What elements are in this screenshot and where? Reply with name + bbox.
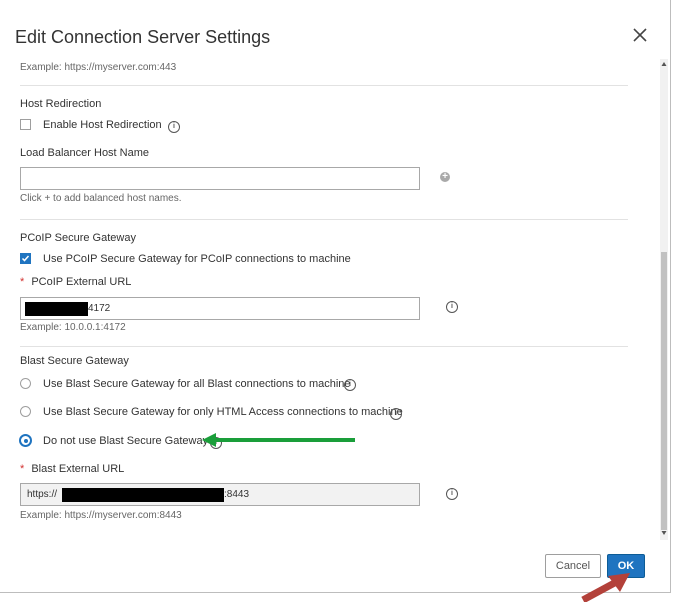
top-url-example: Example: https://myserver.com:443 bbox=[20, 62, 177, 73]
checkmark-icon bbox=[21, 255, 30, 262]
use-pcoip-gateway-label: Use PCoIP Secure Gateway for PCoIP conne… bbox=[43, 253, 351, 265]
scrollbar-thumb[interactable] bbox=[661, 252, 667, 530]
blast-url-suffix: :8443 bbox=[224, 489, 250, 500]
pcoip-heading: PCoIP Secure Gateway bbox=[20, 232, 136, 244]
info-icon[interactable]: i bbox=[446, 488, 458, 500]
info-icon[interactable]: i bbox=[168, 121, 180, 133]
blast-option-none-label: Do not use Blast Secure Gateway bbox=[43, 435, 209, 447]
scroll-up-icon[interactable] bbox=[661, 61, 667, 67]
blast-url-label-text: Blast External URL bbox=[31, 463, 125, 475]
pcoip-url-suffix: 4172 bbox=[88, 303, 111, 314]
edit-connection-server-dialog: Edit Connection Server Settings Example:… bbox=[0, 0, 671, 593]
blast-url-example: Example: https://myserver.com:8443 bbox=[20, 510, 182, 521]
pcoip-url-label-text: PCoIP External URL bbox=[31, 276, 132, 288]
blast-url-input[interactable]: https:// :8443 bbox=[20, 483, 420, 506]
blast-url-prefix: https:// bbox=[27, 489, 58, 500]
add-host-icon[interactable]: + bbox=[440, 172, 450, 182]
blast-option-html-label: Use Blast Secure Gateway for only HTML A… bbox=[43, 406, 403, 418]
scroll-down-icon[interactable] bbox=[661, 530, 667, 536]
dialog-title: Edit Connection Server Settings bbox=[15, 27, 271, 47]
host-redirection-heading: Host Redirection bbox=[20, 98, 102, 110]
required-marker: * bbox=[20, 276, 25, 288]
divider bbox=[20, 85, 628, 86]
divider bbox=[20, 219, 628, 220]
redacted-block bbox=[25, 302, 88, 316]
use-pcoip-gateway-checkbox[interactable] bbox=[20, 253, 31, 264]
close-icon[interactable] bbox=[631, 26, 649, 44]
pcoip-url-example: Example: 10.0.0.1:4172 bbox=[20, 322, 126, 333]
required-marker: * bbox=[20, 463, 25, 475]
enable-host-redirection-checkbox[interactable] bbox=[20, 119, 31, 130]
enable-host-redirection-label: Enable Host Redirection bbox=[43, 119, 162, 131]
blast-option-html-radio[interactable] bbox=[20, 406, 31, 417]
green-arrow-icon bbox=[202, 433, 355, 447]
info-icon[interactable]: i bbox=[344, 379, 356, 391]
load-balancer-input[interactable] bbox=[20, 167, 420, 190]
blast-heading: Blast Secure Gateway bbox=[20, 355, 129, 367]
blast-option-none-radio[interactable] bbox=[19, 434, 32, 447]
redacted-block bbox=[62, 488, 224, 502]
info-icon[interactable]: i bbox=[390, 408, 402, 420]
red-arrow-icon bbox=[581, 573, 630, 602]
info-icon[interactable]: i bbox=[446, 301, 458, 313]
divider bbox=[20, 346, 628, 347]
load-balancer-hint: Click + to add balanced host names. bbox=[20, 193, 182, 204]
blast-option-all-radio[interactable] bbox=[20, 378, 31, 389]
blast-option-all-label: Use Blast Secure Gateway for all Blast c… bbox=[43, 378, 351, 390]
blast-url-label: * Blast External URL bbox=[20, 463, 124, 475]
load-balancer-label: Load Balancer Host Name bbox=[20, 147, 150, 159]
pcoip-url-input[interactable]: 4172 bbox=[20, 297, 420, 320]
pcoip-url-label: * PCoIP External URL bbox=[20, 276, 131, 288]
